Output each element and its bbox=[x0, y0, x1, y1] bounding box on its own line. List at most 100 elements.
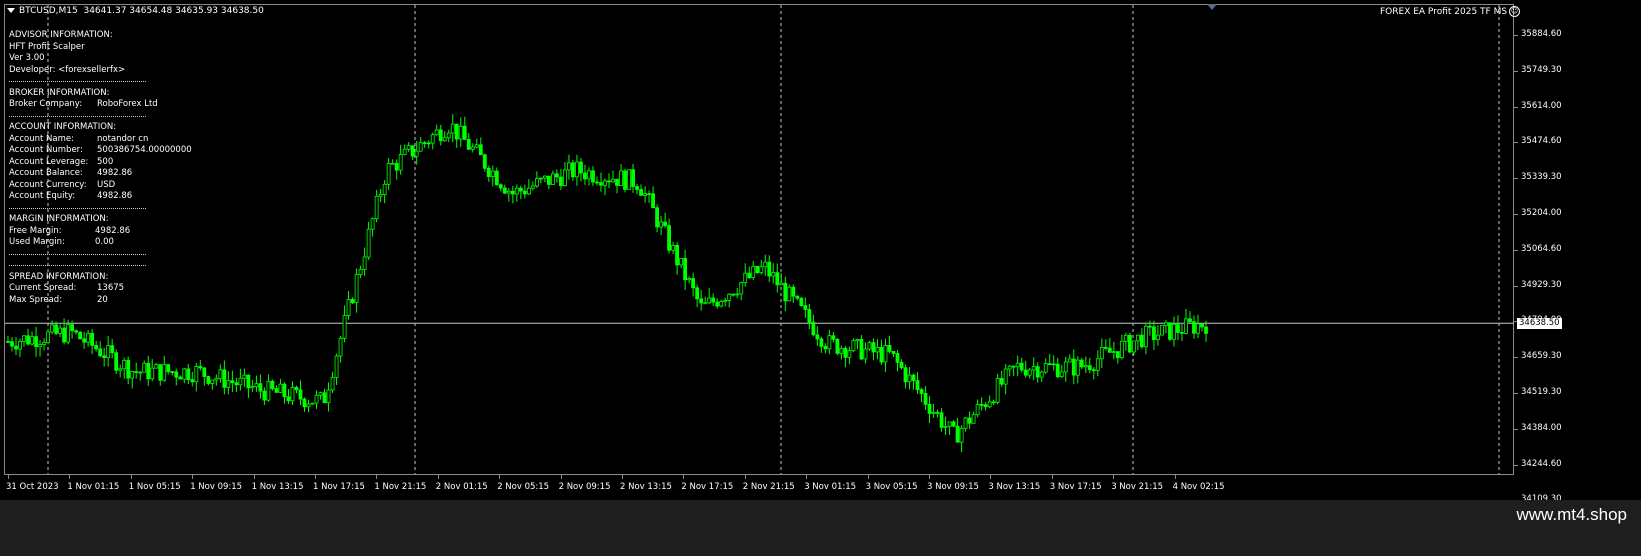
candle-body bbox=[106, 345, 111, 359]
dropdown-triangle-icon[interactable] bbox=[7, 8, 15, 13]
candle-body bbox=[526, 187, 531, 195]
broker-key: Broker Company: bbox=[9, 99, 83, 109]
candle-body bbox=[146, 362, 151, 380]
candle-body bbox=[587, 170, 591, 180]
candle-body bbox=[871, 342, 876, 353]
candle-body bbox=[270, 380, 275, 389]
candle-body bbox=[330, 376, 335, 391]
candle-body bbox=[607, 180, 611, 183]
candle-body bbox=[963, 417, 968, 429]
candle-body bbox=[927, 403, 932, 414]
candle-body bbox=[182, 368, 187, 380]
candle-body bbox=[282, 383, 287, 398]
time-label: 2 Nov 01:15 bbox=[435, 482, 488, 492]
candle-body bbox=[907, 374, 912, 383]
shift-marker-icon[interactable] bbox=[1207, 4, 1217, 10]
candle-body bbox=[675, 245, 680, 266]
candle-body bbox=[551, 173, 555, 185]
candle-body bbox=[154, 364, 159, 369]
candle-body bbox=[959, 427, 964, 443]
candle-body bbox=[10, 341, 14, 347]
price-label: 34929.30 bbox=[1521, 279, 1562, 290]
candle-body bbox=[679, 257, 684, 266]
candle-body bbox=[571, 162, 575, 178]
margin-value: 4982.86 bbox=[95, 225, 131, 236]
candle-body bbox=[579, 161, 583, 174]
candle-body bbox=[310, 402, 315, 405]
time-tick bbox=[1174, 475, 1176, 479]
candle-body bbox=[478, 144, 483, 156]
time-tick bbox=[867, 475, 869, 479]
candle-body bbox=[819, 338, 824, 347]
candle-body bbox=[1067, 358, 1072, 363]
candle-body bbox=[298, 389, 303, 400]
time-label: 1 Nov 09:15 bbox=[190, 482, 243, 492]
candle-body bbox=[1011, 365, 1016, 368]
candle-body bbox=[555, 173, 559, 178]
account-row: Account Number: 500386754.00000000 bbox=[9, 145, 192, 157]
account-value: 500 bbox=[97, 156, 114, 167]
candle-body bbox=[1027, 369, 1032, 376]
smiley-icon[interactable]: ☺ bbox=[1509, 6, 1521, 17]
spread-row: Max Spread: 20 bbox=[9, 295, 192, 307]
candle-body bbox=[90, 332, 95, 346]
candle-body bbox=[935, 411, 940, 414]
candle-body bbox=[1148, 325, 1152, 328]
status-bar bbox=[0, 500, 1641, 556]
margin-title: MARGIN INFORMATION: bbox=[9, 214, 109, 224]
candle-body bbox=[943, 425, 948, 428]
candle-body bbox=[214, 377, 219, 381]
candle-body bbox=[671, 245, 676, 251]
candle-body bbox=[18, 341, 22, 350]
time-tick bbox=[744, 475, 746, 479]
account-value: 4982.86 bbox=[97, 168, 133, 178]
candle-body bbox=[799, 297, 804, 306]
candle-body bbox=[619, 170, 623, 186]
candle-body bbox=[947, 421, 952, 427]
account-key: Account Equity: bbox=[9, 191, 76, 201]
time-label: 3 Nov 01:15 bbox=[804, 482, 857, 492]
candle-body bbox=[763, 261, 768, 268]
candle-body bbox=[70, 324, 75, 332]
candle-body bbox=[406, 145, 411, 150]
time-tick bbox=[1113, 475, 1115, 479]
candle-body bbox=[651, 193, 655, 209]
margin-rows: Free Margin: 4982.86 Used Margin: 0.00 bbox=[9, 226, 192, 249]
candle-body bbox=[250, 386, 255, 389]
price-label: 34244.60 bbox=[1521, 458, 1562, 469]
candle-body bbox=[1035, 366, 1040, 378]
candle-body bbox=[498, 184, 503, 189]
account-row: Account Leverage: 500 bbox=[9, 157, 192, 169]
candle-body bbox=[74, 330, 79, 333]
candle-body bbox=[779, 282, 784, 286]
candle-body bbox=[1184, 318, 1188, 334]
candle-body bbox=[38, 344, 42, 348]
candle-body bbox=[482, 154, 487, 169]
candle-body bbox=[711, 297, 716, 303]
candle-body bbox=[547, 175, 551, 185]
candle-body bbox=[1079, 359, 1084, 368]
candle-body bbox=[230, 380, 235, 384]
candle-body bbox=[887, 344, 892, 352]
candle-body bbox=[891, 350, 896, 354]
candle-body bbox=[490, 170, 495, 178]
candle-body bbox=[470, 146, 475, 150]
account-row: Account Equity: 4982.86 bbox=[9, 191, 192, 203]
candle-body bbox=[1015, 362, 1020, 368]
candle-body bbox=[226, 380, 231, 388]
candle-body bbox=[743, 272, 748, 284]
price-chart[interactable] bbox=[0, 0, 1641, 500]
candle-body bbox=[1087, 365, 1092, 371]
margin-row: Used Margin: 0.00 bbox=[9, 237, 192, 249]
time-label: 2 Nov 09:15 bbox=[558, 482, 611, 492]
candle-body bbox=[434, 129, 439, 136]
candle-body bbox=[843, 347, 848, 358]
price-label: 34384.00 bbox=[1521, 422, 1562, 433]
candle-body bbox=[771, 272, 776, 277]
time-tick bbox=[1051, 475, 1053, 479]
spread-value: 20 bbox=[97, 294, 108, 305]
price-label: 35204.00 bbox=[1521, 208, 1562, 218]
time-tick bbox=[560, 475, 562, 479]
time-label: 3 Nov 17:15 bbox=[1049, 482, 1102, 492]
candle-body bbox=[603, 180, 607, 186]
